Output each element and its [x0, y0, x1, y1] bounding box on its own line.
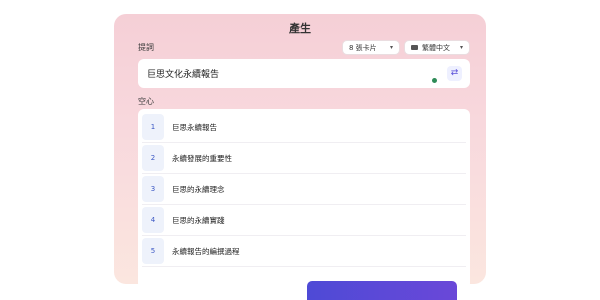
swap-icon[interactable]: ⇄: [447, 66, 462, 81]
outline-label: 空心: [138, 97, 154, 106]
chevron-down-icon: ▾: [389, 44, 393, 51]
prompt-input[interactable]: 巨思文化永續報告 ⇄: [138, 59, 470, 88]
item-text: 永續報告的編撰過程: [172, 246, 240, 256]
item-text: 巨思的永續理念: [172, 184, 225, 194]
language-icon: [411, 45, 418, 50]
item-text: 巨思的永續實踐: [172, 215, 225, 225]
prompt-label: 提詞: [138, 43, 154, 52]
item-number: 1: [142, 114, 164, 140]
list-item[interactable]: 5 永續報告的編撰過程: [142, 236, 466, 267]
panel-title: 產生: [289, 22, 311, 35]
item-text: 巨思永續報告: [172, 122, 217, 132]
item-number: 2: [142, 145, 164, 171]
list-item[interactable]: 3 巨思的永續理念: [142, 174, 466, 205]
language-value: 繁體中文: [422, 43, 450, 52]
status-dot: [432, 78, 437, 83]
item-number: 5: [142, 238, 164, 264]
prompt-input-value: 巨思文化永續報告: [147, 70, 220, 80]
list-item[interactable]: 4 巨思的永續實踐: [142, 205, 466, 236]
chevron-down-icon: ▾: [459, 44, 463, 51]
language-dropdown[interactable]: 繁體中文 ▾: [404, 40, 470, 55]
card-count-value: 8 張卡片: [349, 43, 377, 52]
generate-button[interactable]: [307, 281, 457, 300]
list-item[interactable]: 2 永續發展的重要性: [142, 143, 466, 174]
item-number: 4: [142, 207, 164, 233]
item-text: 永續發展的重要性: [172, 153, 232, 163]
outline-list: 1 巨思永續報告 2 永續發展的重要性 3 巨思的永續理念 4 巨思的永續實踐 …: [138, 109, 470, 284]
card-count-dropdown[interactable]: 8 張卡片 ▾: [342, 40, 400, 55]
list-item[interactable]: 1 巨思永續報告: [142, 112, 466, 143]
generate-panel: 產生 提詞 8 張卡片 ▾ 繁體中文 ▾ 巨思文化永續報告 ⇄ 空心 1 巨思永…: [114, 14, 486, 284]
item-number: 3: [142, 176, 164, 202]
